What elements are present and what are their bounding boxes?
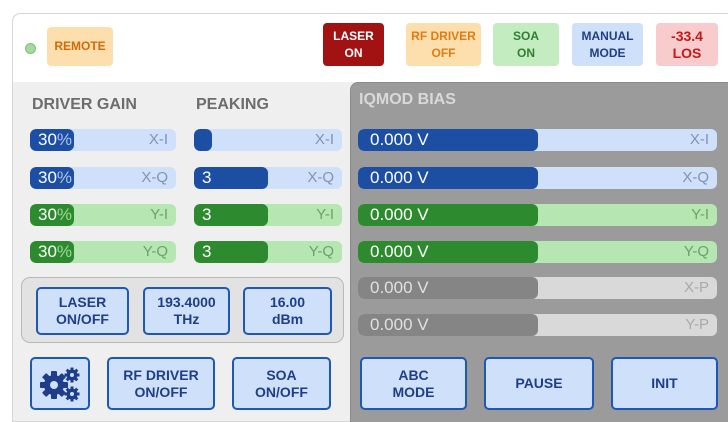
button-label: ON/OFF <box>255 383 308 400</box>
driver-gain-slider-yq[interactable]: 30% Y-Q <box>30 241 176 263</box>
driver-gain-value: 30% <box>38 205 73 224</box>
channel-label: Y-Q <box>142 243 168 260</box>
bias-value: 0.000 V <box>370 242 429 261</box>
status-led-icon <box>25 43 36 54</box>
laser-onoff-button[interactable]: LASER ON/OFF <box>36 287 129 335</box>
bias-value: 0.000 V <box>370 315 429 334</box>
button-label: INIT <box>651 375 678 391</box>
iqmod-bias-slider-xp[interactable]: 0.000 V X-P <box>358 277 717 299</box>
peaking-value: 1 <box>200 130 210 149</box>
iqmod-bias-slider-yi[interactable]: 0.000 V Y-I <box>358 204 717 226</box>
laser-status-badge: LASER ON <box>323 23 384 66</box>
init-button[interactable]: INIT <box>611 357 718 410</box>
peaking-slider-xi[interactable]: 1 X-I <box>194 129 342 151</box>
button-label: MODE <box>392 383 435 400</box>
channel-label: X-I <box>148 131 168 148</box>
soa-onoff-button[interactable]: SOA ON/OFF <box>232 357 331 410</box>
channel-label: Y-P <box>685 316 709 333</box>
peaking-slider-xq[interactable]: 3 X-Q <box>194 167 342 189</box>
settings-button[interactable] <box>30 357 90 410</box>
bias-value: 0.000 V <box>370 130 429 149</box>
optical-power-badge: -33.4 LOS <box>656 23 718 66</box>
driver-gain-slider-yi[interactable]: 30% Y-I <box>30 204 176 226</box>
laser-frequency-button[interactable]: 193.4000 THz <box>143 287 230 335</box>
peaking-title: PEAKING <box>196 96 269 113</box>
bias-value: 0.000 V <box>370 168 429 187</box>
unit-label: % <box>56 242 73 261</box>
status-bar: REMOTE LASER ON RF DRIVER OFF SOA ON MAN… <box>13 14 728 82</box>
channel-label: X-Q <box>682 169 709 186</box>
soa-status-title: SOA <box>512 28 539 43</box>
unit-label: % <box>56 168 73 187</box>
mode-status-title: MANUAL <box>581 28 634 43</box>
driver-gain-title: DRIVER GAIN <box>32 96 137 113</box>
rf-driver-onoff-button[interactable]: RF DRIVER ON/OFF <box>107 357 215 410</box>
bias-value: 0.000 V <box>370 278 429 297</box>
abc-mode-button[interactable]: ABC MODE <box>360 357 467 410</box>
frequency-value: 193.4000 <box>157 294 216 310</box>
channel-label: Y-Q <box>308 243 334 260</box>
driver-gain-value: 30% <box>38 168 73 187</box>
unit-label: % <box>56 130 73 149</box>
mode-status-badge: MANUAL MODE <box>572 23 643 66</box>
button-label: PAUSE <box>515 375 563 391</box>
iqmod-bias-slider-xq[interactable]: 0.000 V X-Q <box>358 167 717 189</box>
rf-driver-status-value: OFF <box>431 45 456 60</box>
channel-label: X-I <box>689 131 709 148</box>
frequency-unit: THz <box>173 311 200 327</box>
laser-power-button[interactable]: 16.00 dBm <box>243 287 332 335</box>
remote-label: REMOTE <box>54 39 106 53</box>
channel-label: Y-I <box>150 206 168 223</box>
button-label: LASER <box>58 294 107 310</box>
driver-gain-slider-xi[interactable]: 30% X-I <box>30 129 176 151</box>
button-label: ABC <box>398 366 429 383</box>
peaking-value: 3 <box>202 168 212 187</box>
unit-label: % <box>56 205 73 224</box>
iqmod-bias-slider-yq[interactable]: 0.000 V Y-Q <box>358 241 717 263</box>
bias-value: 0.000 V <box>370 205 429 224</box>
iqmod-bias-slider-xi[interactable]: 0.000 V X-I <box>358 129 717 151</box>
peaking-slider-yi[interactable]: 3 Y-I <box>194 204 342 226</box>
optical-power-value: -33.4 <box>671 27 703 44</box>
driver-gain-value: 30% <box>38 242 73 261</box>
power-unit: dBm <box>271 311 304 327</box>
laser-status-title: LASER <box>333 28 374 43</box>
laser-status-value: ON <box>344 45 363 60</box>
peaking-slider-yq[interactable]: 3 Y-Q <box>194 241 342 263</box>
rf-driver-status-title: RF DRIVER <box>411 28 476 43</box>
soa-status-value: ON <box>517 45 535 60</box>
iqmod-bias-slider-yp[interactable]: 0.000 V Y-P <box>358 314 717 336</box>
peaking-value: 3 <box>202 242 212 261</box>
los-indicator: LOS <box>672 44 702 61</box>
channel-label: Y-Q <box>683 243 709 260</box>
rf-driver-status-badge: RF DRIVER OFF <box>406 23 481 66</box>
channel-label: X-P <box>683 279 709 296</box>
channel-label: Y-I <box>691 206 709 223</box>
iqmod-bias-title: IQMOD BIAS <box>359 91 456 108</box>
button-label: RF DRIVER <box>123 366 199 383</box>
gears-icon <box>40 367 80 401</box>
channel-label: Y-I <box>316 206 334 223</box>
button-label: ON/OFF <box>56 311 109 327</box>
driver-gain-slider-xq[interactable]: 30% X-Q <box>30 167 176 189</box>
channel-label: X-I <box>314 131 334 148</box>
mode-status-value: MODE <box>589 45 626 60</box>
power-value: 16.00 <box>269 294 306 310</box>
channel-label: X-Q <box>141 169 168 186</box>
remote-badge: REMOTE <box>47 27 113 66</box>
soa-status-badge: SOA ON <box>493 23 559 66</box>
driver-gain-value: 30% <box>38 130 73 149</box>
channel-label: X-Q <box>307 169 334 186</box>
button-label: SOA <box>266 366 297 383</box>
pause-button[interactable]: PAUSE <box>484 357 594 410</box>
button-label: ON/OFF <box>134 383 188 400</box>
peaking-value: 3 <box>202 205 212 224</box>
